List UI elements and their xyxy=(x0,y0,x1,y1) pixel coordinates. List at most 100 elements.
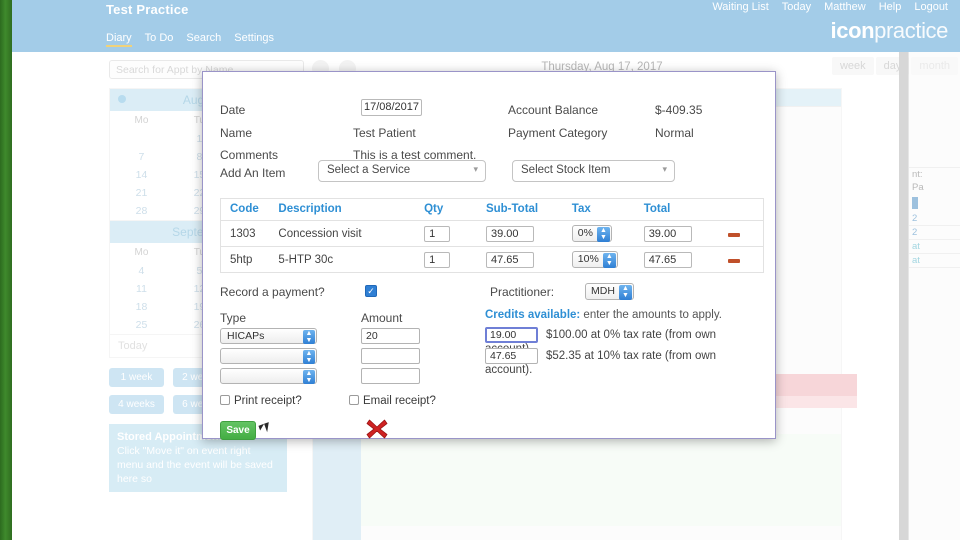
record-payment-label: Record a payment? xyxy=(220,285,325,299)
table-header-row: Code Description Qty Sub-Total Tax Total xyxy=(221,199,764,221)
patient-info-grid: Date 17/08/2017 Account Balance $-409.35… xyxy=(215,88,763,160)
stock-item-select[interactable]: Select Stock Item xyxy=(512,160,675,182)
column-total: Total xyxy=(644,199,728,221)
patient-name-value: Test Patient xyxy=(353,126,416,140)
item-description: 5-HTP 30c xyxy=(278,247,424,273)
header-link-help[interactable]: Help xyxy=(879,1,902,13)
practitioner-select[interactable]: MDH▲▼ xyxy=(585,283,634,300)
payment-type-select[interactable]: ▲▼ xyxy=(220,348,317,364)
payment-type-select[interactable]: ▲▼ xyxy=(220,368,317,384)
header-link-waiting-list[interactable]: Waiting List xyxy=(712,1,768,13)
print-receipt-label: Print receipt? xyxy=(234,395,302,407)
calendar-day[interactable]: 18 xyxy=(110,298,173,316)
calendar-day[interactable]: 25 xyxy=(110,316,173,334)
credits-available-heading: Credits available: enter the amounts to … xyxy=(485,309,722,321)
name-label: Name xyxy=(220,126,252,140)
practice-name: Test Practice xyxy=(106,2,189,17)
email-receipt-checkbox[interactable] xyxy=(349,395,359,405)
item-subtotal-input[interactable]: 47.65 xyxy=(486,252,534,268)
credit-amount-input[interactable]: 47.65 xyxy=(485,348,538,364)
week-button-4-weeks[interactable]: 4 weeks xyxy=(109,395,164,414)
weekday-mo: Mo xyxy=(110,111,173,130)
logo-practice-word: practice xyxy=(874,18,948,43)
right-panel-line: 2 xyxy=(909,212,960,225)
item-total-input[interactable]: 39.00 xyxy=(644,226,692,242)
nav-item-diary[interactable]: Diary xyxy=(106,32,132,47)
logo-icon-word: icon xyxy=(831,18,875,43)
payment-type-value: HICAPs xyxy=(227,330,264,342)
stepper-arrows-icon: ▲▼ xyxy=(603,253,616,268)
date-label: Date xyxy=(220,103,245,117)
right-side-panel: nt: Pa 2 2 at at xyxy=(908,52,960,540)
payment-amount-label: Amount xyxy=(361,311,402,325)
practitioner-label: Practitioner: xyxy=(490,285,554,299)
payment-category-value[interactable]: Normal xyxy=(655,126,694,140)
calendar-day[interactable]: 11 xyxy=(110,280,173,298)
remove-dash-icon[interactable] xyxy=(728,233,740,237)
calendar-day[interactable]: 21 xyxy=(110,184,173,202)
column-subtotal: Sub-Total xyxy=(486,199,572,221)
nav-item-todo[interactable]: To Do xyxy=(145,32,174,47)
item-tax-value: 10% xyxy=(578,253,599,265)
item-tax-select[interactable]: 10% ▲▼ xyxy=(572,251,618,268)
item-qty-input[interactable]: 1 xyxy=(424,252,450,268)
red-x-cancel-icon[interactable] xyxy=(365,417,389,441)
account-balance-value: $-409.35 xyxy=(655,103,702,117)
calendar-day[interactable] xyxy=(110,130,173,148)
view-week-button[interactable]: week xyxy=(832,57,874,75)
right-panel-chip xyxy=(912,197,918,209)
credits-available-bold: Credits available: xyxy=(485,309,580,321)
column-code: Code xyxy=(221,199,279,221)
payment-type-select[interactable]: HICAPs ▲▼ xyxy=(220,328,317,344)
payment-amount-input[interactable]: 20 xyxy=(361,328,420,344)
item-subtotal-input[interactable]: 39.00 xyxy=(486,226,534,242)
item-tax-select[interactable]: 0%▲▼ xyxy=(572,225,612,242)
calendar-day[interactable]: 4 xyxy=(110,262,173,280)
stepper-arrows-icon: ▲▼ xyxy=(303,330,315,344)
modal-footer: Print receipt? Email receipt? Save xyxy=(215,395,763,455)
item-qty-input[interactable]: 1 xyxy=(424,226,450,242)
table-row: 1303 Concession visit 1 39.00 0%▲▼ 39.00 xyxy=(221,221,764,247)
email-receipt-option[interactable]: Email receipt? xyxy=(349,395,436,407)
item-description: Concession visit xyxy=(278,221,424,247)
header-link-logout[interactable]: Logout xyxy=(914,1,948,13)
nav-item-search[interactable]: Search xyxy=(186,32,221,47)
main-nav: Diary To Do Search Settings xyxy=(106,32,274,47)
header-link-today[interactable]: Today xyxy=(782,1,811,13)
calendar-dot-icon xyxy=(118,95,126,103)
calendar-day[interactable]: 7 xyxy=(110,148,173,166)
left-green-strip xyxy=(0,0,12,540)
right-panel-line: 2 xyxy=(909,226,960,239)
service-select[interactable]: Select a Service xyxy=(318,160,486,182)
item-total-input[interactable]: 47.65 xyxy=(644,252,692,268)
calendar-day[interactable]: 28 xyxy=(110,202,173,220)
header-links: Waiting List Today Matthew Help Logout xyxy=(712,1,948,13)
credit-amount-input[interactable]: 19.00 xyxy=(485,327,538,343)
calendar-day[interactable]: 14 xyxy=(110,166,173,184)
column-qty: Qty xyxy=(424,199,486,221)
calendar-appointment-block-secondary[interactable] xyxy=(773,396,857,408)
record-payment-checkbox[interactable]: ✓ xyxy=(365,285,377,297)
right-panel-line: at xyxy=(909,240,960,253)
header-link-user[interactable]: Matthew xyxy=(824,1,866,13)
nav-item-settings[interactable]: Settings xyxy=(234,32,274,47)
remove-dash-icon[interactable] xyxy=(728,259,740,263)
calendar-appointment-block[interactable] xyxy=(773,374,857,396)
credits-available-rest: enter the amounts to apply. xyxy=(580,309,722,321)
print-receipt-checkbox[interactable] xyxy=(220,395,230,405)
date-input[interactable]: 17/08/2017 xyxy=(361,99,422,116)
table-row: 5htp 5-HTP 30c 1 47.65 10% ▲▼ 47.65 xyxy=(221,247,764,273)
save-button[interactable]: Save xyxy=(220,421,256,440)
week-button-1-week[interactable]: 1 week xyxy=(109,368,164,387)
payment-section: Record a payment? ✓ Practitioner: MDH▲▼ … xyxy=(215,283,763,379)
column-description: Description xyxy=(278,199,424,221)
print-receipt-option[interactable]: Print receipt? xyxy=(220,395,302,407)
add-item-row: Add An Item Select a Service Select Stoc… xyxy=(215,160,763,194)
item-code: 5htp xyxy=(221,247,279,273)
page-scrollbar[interactable] xyxy=(899,52,908,540)
account-balance-label: Account Balance xyxy=(508,103,598,117)
payment-amount-input[interactable] xyxy=(361,368,420,384)
stepper-arrows-icon: ▲▼ xyxy=(597,227,610,242)
payment-amount-input[interactable] xyxy=(361,348,420,364)
payment-category-label: Payment Category xyxy=(508,126,607,140)
